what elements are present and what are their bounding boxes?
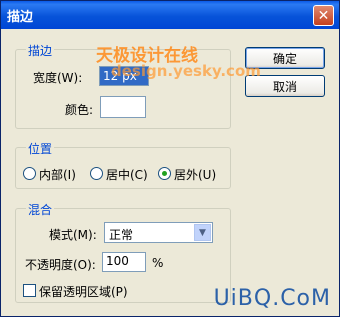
close-icon: ✕ [317,7,330,24]
watermark-url: design.yesky.com [111,62,261,80]
mode-value: 正常 [109,228,134,242]
radio-center-label[interactable]: 居中(C) [106,166,148,183]
radio-inside[interactable] [23,167,36,180]
ok-button-label: 确定 [272,51,297,66]
dialog-title: 描边 [7,10,34,25]
opacity-input[interactable]: 100 [102,252,146,272]
color-label: 颜色: [65,103,94,117]
color-swatch[interactable] [100,96,146,118]
stroke-dialog: 描边 ✕ 描边 宽度(W): 12 px 颜色: 确定 取消 位置 内部(I) … [0,0,340,317]
watermark-site: UiBQ.CoM [213,286,331,311]
chevron-down-icon[interactable]: ▼ [194,224,211,241]
radio-outside-label[interactable]: 居外(U) [174,166,216,183]
title-bar[interactable]: 描边 ✕ [1,1,339,29]
opacity-unit: % [152,256,164,270]
opacity-value: 100 [106,254,129,268]
stroke-legend: 描边 [26,42,55,59]
cancel-button-label: 取消 [272,79,297,94]
blend-legend: 混合 [26,201,55,218]
position-legend: 位置 [26,140,55,157]
radio-outside[interactable] [158,167,171,180]
mode-label: 模式(M): [49,228,97,242]
width-label: 宽度(W): [33,71,83,85]
radio-center[interactable] [90,167,103,180]
preserve-transparency-checkbox[interactable] [23,284,36,297]
close-button[interactable]: ✕ [313,5,334,26]
preserve-transparency-label[interactable]: 保留透明区域(P) [39,283,128,300]
opacity-label: 不透明度(O): [25,258,96,272]
radio-inside-label[interactable]: 内部(I) [39,166,76,183]
mode-select[interactable]: 正常 ▼ [104,222,213,243]
